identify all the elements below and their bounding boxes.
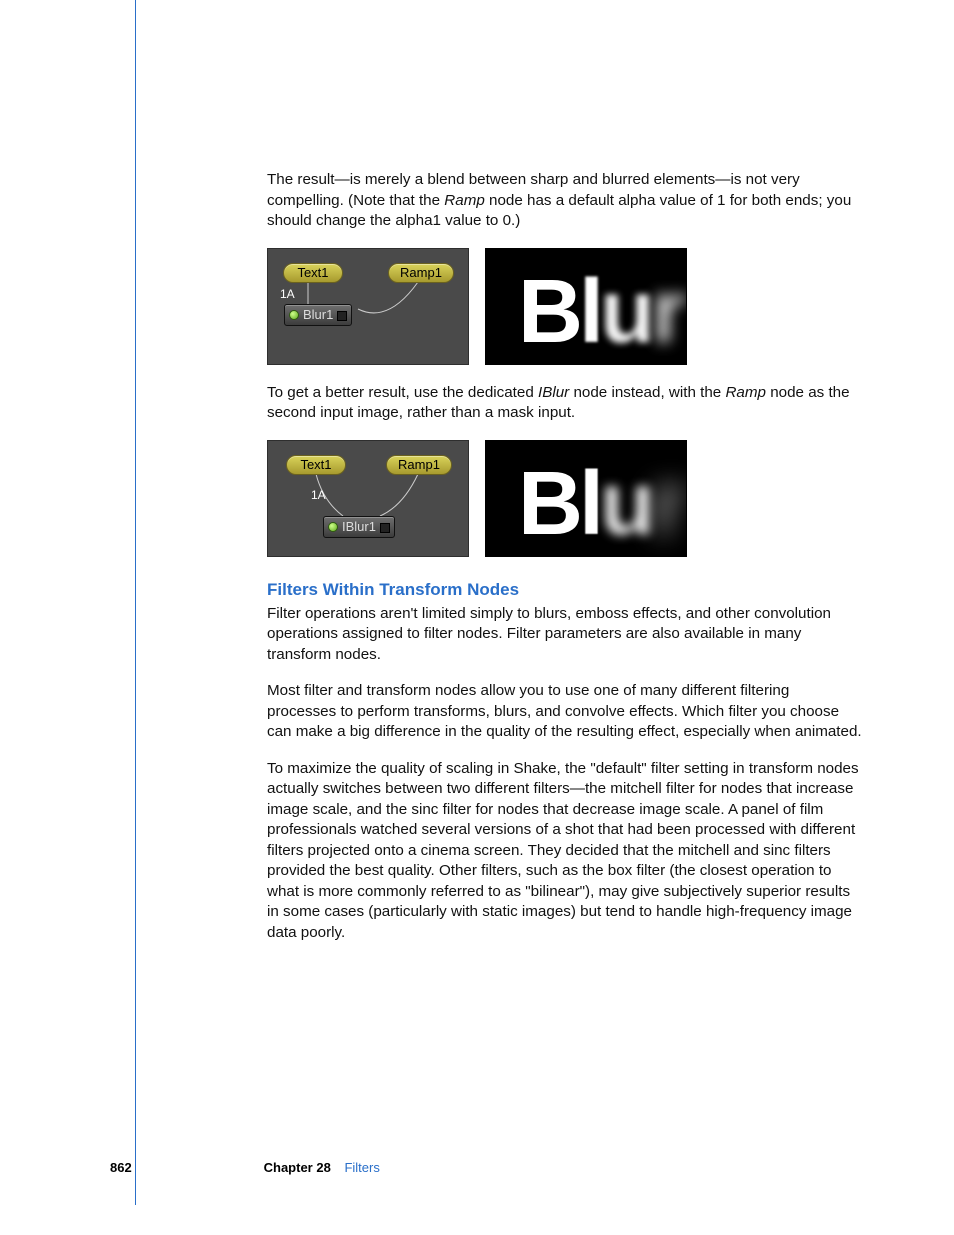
- chapter-label: Chapter 28: [264, 1160, 331, 1175]
- paragraph-4: Most filter and transform nodes allow yo…: [267, 681, 862, 743]
- page-footer: 862 Chapter 28 Filters: [110, 1160, 910, 1175]
- node-graph-panel: Text1 Ramp1 1A Blur1: [267, 248, 469, 365]
- node-text1[interactable]: Text1: [283, 263, 343, 283]
- status-dot-icon: [328, 522, 338, 532]
- paragraph-2: To get a better result, use the dedicate…: [267, 383, 862, 424]
- node-label: IBlur1: [342, 519, 376, 534]
- figure-row-1: Text1 Ramp1 1A Blur1 Blur: [267, 248, 862, 365]
- figure-row-2: Text1 Ramp1 1A IBlur1 Blur: [267, 440, 862, 557]
- node-blur1[interactable]: Blur1: [284, 304, 352, 326]
- paragraph-3: Filter operations aren't limited simply …: [267, 604, 862, 666]
- inline-italic-iblur: IBlur: [538, 384, 569, 401]
- node-graph-panel: Text1 Ramp1 1A IBlur1: [267, 440, 469, 557]
- status-dot-icon: [289, 310, 299, 320]
- chapter-name: Filters: [344, 1160, 379, 1175]
- preview-word: Blur: [518, 459, 682, 549]
- preview-image-2: Blur: [485, 440, 687, 557]
- text: To get a better result, use the dedicate…: [267, 384, 538, 401]
- body-content: The result—is merely a blend between sha…: [267, 170, 862, 943]
- paragraph-5: To maximize the quality of scaling in Sh…: [267, 759, 862, 944]
- section-heading: Filters Within Transform Nodes: [267, 579, 862, 602]
- page-number: 862: [110, 1160, 260, 1175]
- node-iblur1[interactable]: IBlur1: [323, 516, 395, 538]
- thumbnail-icon: [380, 523, 390, 533]
- preview-image-1: Blur: [485, 248, 687, 365]
- node-label: Blur1: [303, 307, 333, 322]
- inline-italic-ramp: Ramp: [725, 384, 766, 401]
- port-label-1a: 1A: [311, 488, 326, 502]
- left-margin-rule: [135, 0, 136, 1205]
- thumbnail-icon: [337, 311, 347, 321]
- node-text1[interactable]: Text1: [286, 455, 346, 475]
- paragraph-1: The result—is merely a blend between sha…: [267, 170, 862, 232]
- node-ramp1[interactable]: Ramp1: [386, 455, 452, 475]
- text: node instead, with the: [569, 384, 725, 401]
- preview-word: Blur: [518, 267, 682, 357]
- inline-italic-ramp: Ramp: [444, 192, 485, 209]
- page: The result—is merely a blend between sha…: [0, 0, 954, 1235]
- node-ramp1[interactable]: Ramp1: [388, 263, 454, 283]
- port-label-1a: 1A: [280, 287, 295, 301]
